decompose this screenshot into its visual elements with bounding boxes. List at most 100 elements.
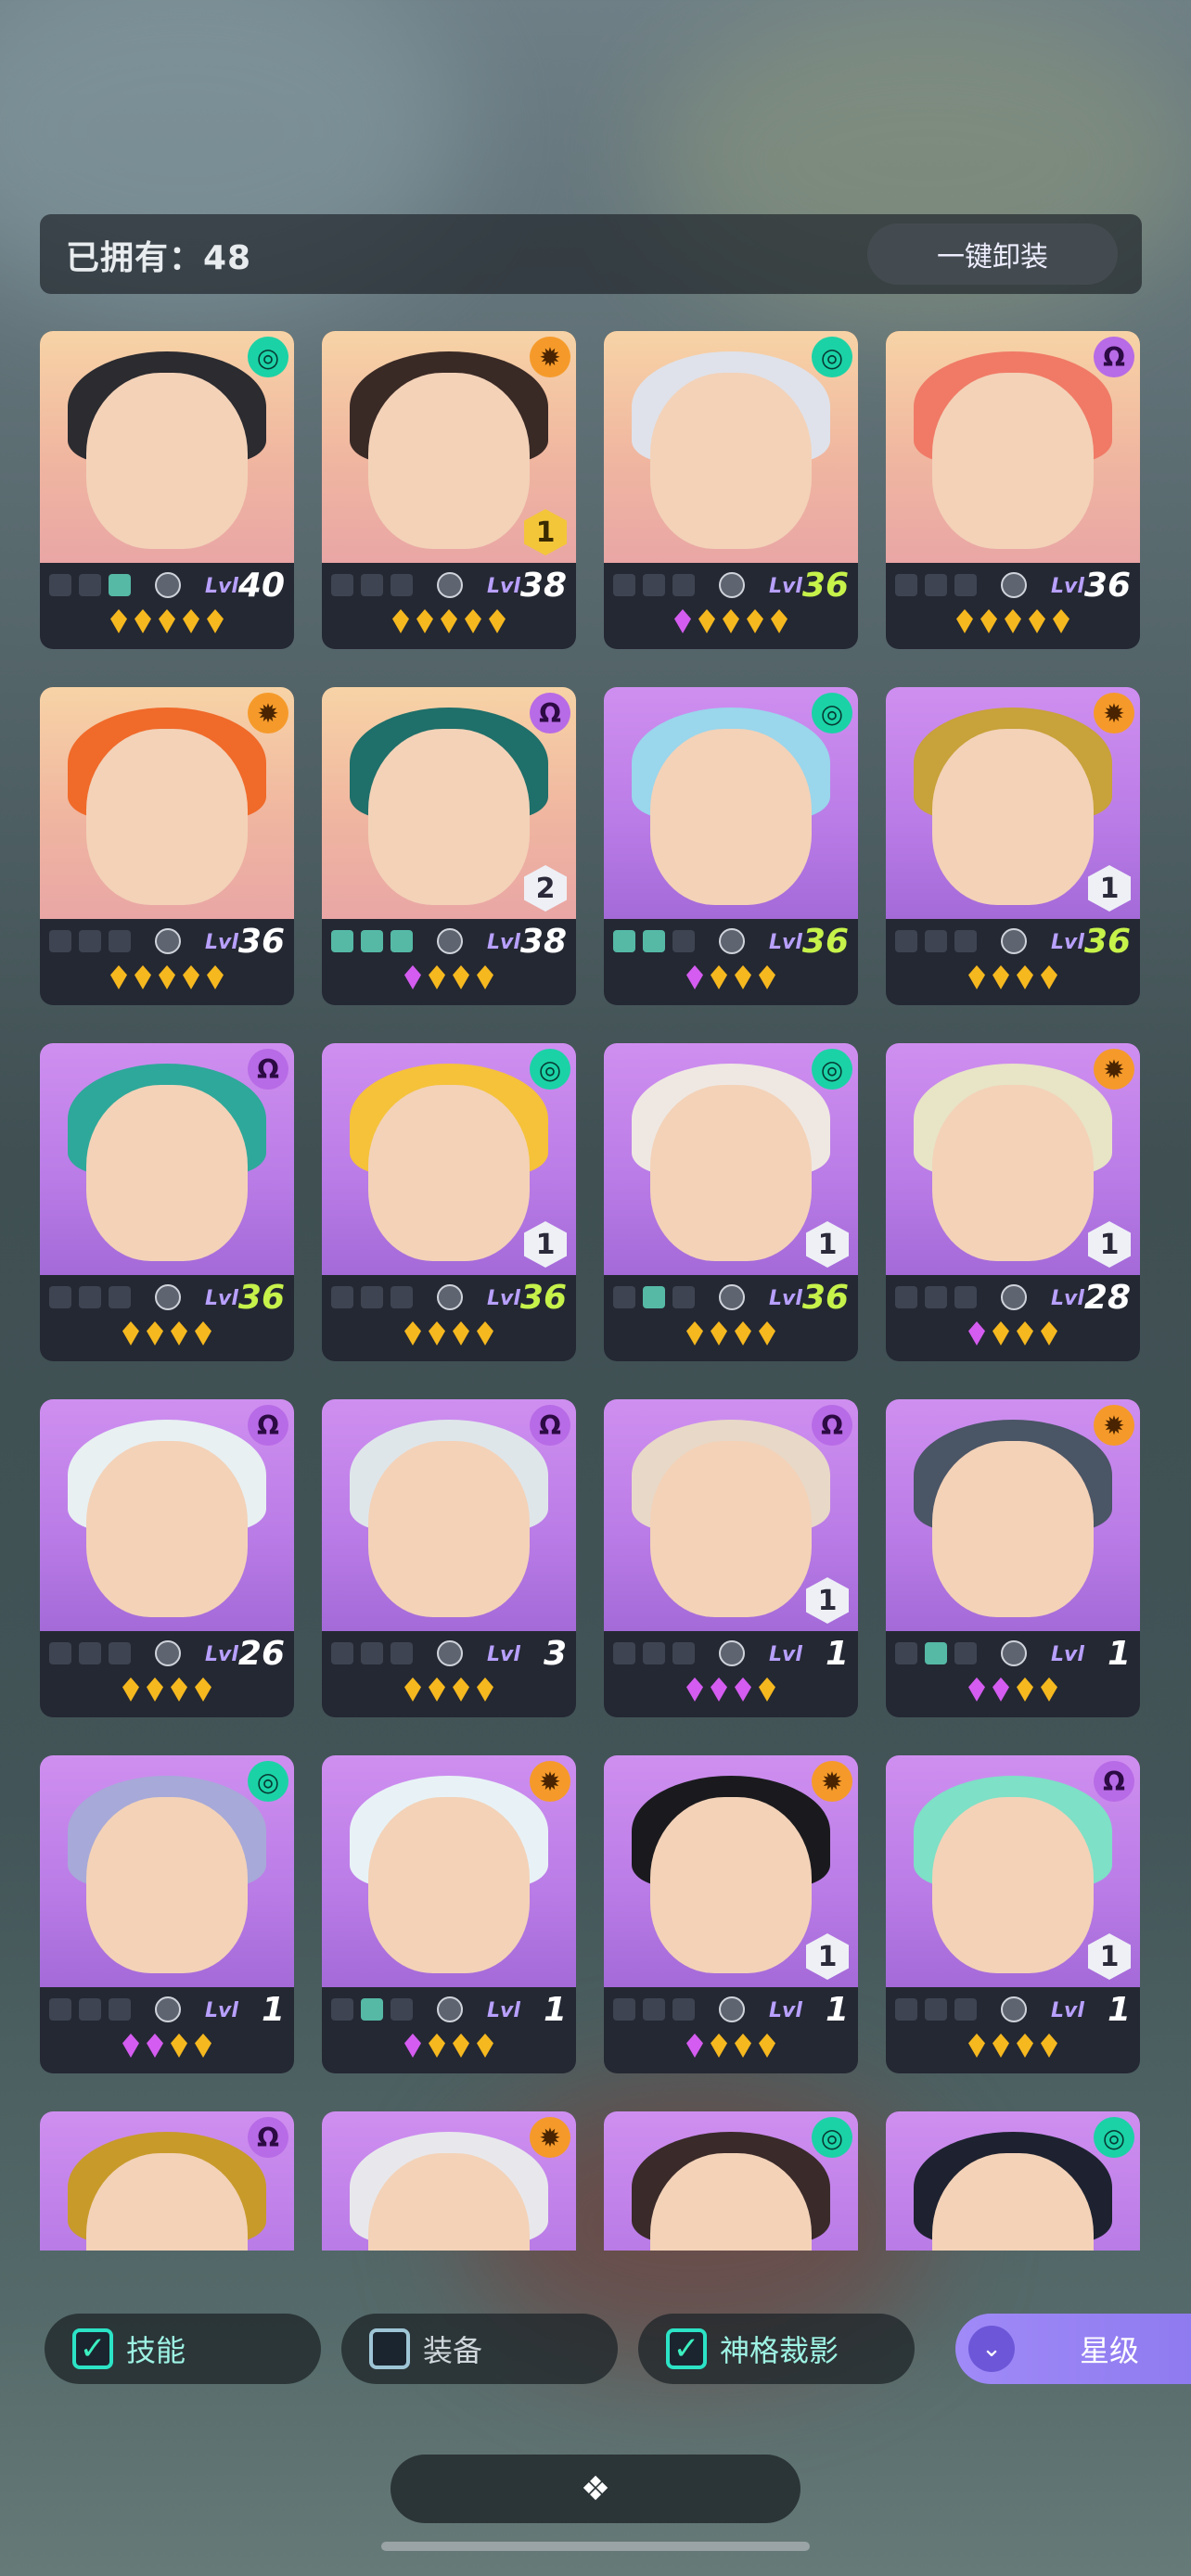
filter-shadow[interactable]: ✓ 神格裁影 bbox=[638, 2314, 915, 2384]
hero-card[interactable]: ✹ Lvl 1 bbox=[886, 1399, 1140, 1717]
hero-card[interactable]: ◎ Lvl 1 bbox=[40, 1755, 294, 2073]
hero-face bbox=[650, 729, 812, 905]
skill-slot bbox=[925, 1642, 947, 1664]
hero-info-row: Lvl 3 bbox=[322, 1631, 576, 1674]
skill-slot bbox=[895, 930, 917, 952]
hero-info-row: Lvl 1 bbox=[322, 1987, 576, 2030]
hero-card[interactable]: ✹ 1 Lvl 36 bbox=[886, 687, 1140, 1005]
gold-gem-icon bbox=[416, 609, 433, 633]
star-gems bbox=[886, 965, 1140, 997]
orange-faction-icon: ✹ bbox=[530, 1761, 570, 1802]
hero-card[interactable]: ✹ Lvl 36 bbox=[40, 687, 294, 1005]
hero-card[interactable]: ◎ Lvl 36 bbox=[604, 331, 858, 649]
hero-card[interactable]: Ω Lvl 26 bbox=[40, 1399, 294, 1717]
hero-card[interactable]: Ω Lvl 36 bbox=[40, 1043, 294, 1361]
purple-gem-icon bbox=[968, 1321, 985, 1345]
skill-slot bbox=[613, 1998, 635, 2021]
gold-gem-icon bbox=[134, 965, 151, 989]
equipment-checkbox[interactable] bbox=[369, 2328, 410, 2369]
skill-slot bbox=[79, 1998, 101, 2021]
hero-card[interactable]: Ω 1 Lvl 1 bbox=[886, 1755, 1140, 2073]
gold-gem-icon bbox=[1053, 609, 1069, 633]
skill-slot bbox=[331, 1286, 353, 1308]
hero-card[interactable]: Ω bbox=[40, 2111, 294, 2251]
hero-card[interactable]: Ω 2 Lvl 38 bbox=[322, 687, 576, 1005]
skill-slot bbox=[79, 1642, 101, 1664]
gold-gem-icon bbox=[759, 1677, 775, 1702]
teal-faction-icon: ◎ bbox=[812, 1049, 852, 1090]
filter-equipment[interactable]: 装备 bbox=[341, 2314, 618, 2384]
gold-gem-icon bbox=[477, 1321, 493, 1345]
filter-bar: ✓ 技能 装备 ✓ 神格裁影 ⌄ 星级 bbox=[0, 2314, 1191, 2391]
skill-slot bbox=[672, 1642, 695, 1664]
gold-gem-icon bbox=[392, 609, 409, 633]
progress-pie-icon bbox=[719, 1284, 745, 1310]
gold-gem-icon bbox=[1017, 1677, 1033, 1702]
gold-gem-icon bbox=[453, 1677, 469, 1702]
orange-faction-icon: ✹ bbox=[1094, 693, 1134, 733]
orange-faction-icon: ✹ bbox=[1094, 1405, 1134, 1446]
sort-star-button[interactable]: ⌄ 星级 bbox=[955, 2314, 1191, 2384]
hero-card[interactable]: ✹ 1 Lvl 38 bbox=[322, 331, 576, 649]
skill-slot bbox=[49, 1998, 71, 2021]
skill-slot bbox=[925, 930, 947, 952]
progress-pie-icon bbox=[1001, 572, 1027, 598]
star-gems bbox=[40, 2034, 294, 2065]
skill-slot bbox=[925, 574, 947, 596]
hero-face bbox=[368, 373, 530, 549]
gold-gem-icon bbox=[759, 2034, 775, 2058]
hero-face bbox=[932, 729, 1094, 905]
skill-slot bbox=[925, 1286, 947, 1308]
hero-grid[interactable]: ◎ Lvl 40 ✹ 1 Lvl 38 ◎ Lvl 36 Ω Lvl 36 ✹ Lvl 36 Ω 2 Lvl 38 ◎ L… bbox=[40, 331, 1142, 2251]
hero-face bbox=[86, 373, 248, 549]
hero-card[interactable]: Ω Lvl 3 bbox=[322, 1399, 576, 1717]
hero-card[interactable]: Ω 1 Lvl 1 bbox=[604, 1399, 858, 1717]
hero-card[interactable]: ✹ bbox=[322, 2111, 576, 2251]
skill-slot bbox=[954, 574, 977, 596]
star-gems bbox=[604, 1677, 858, 1709]
gold-gem-icon bbox=[759, 965, 775, 989]
hero-card[interactable]: ◎ 1 Lvl 36 bbox=[322, 1043, 576, 1361]
gold-gem-icon bbox=[698, 609, 715, 633]
gold-gem-icon bbox=[429, 1321, 445, 1345]
skill-slot bbox=[954, 1998, 977, 2021]
star-gems bbox=[40, 1321, 294, 1353]
unequip-all-button[interactable]: 一键卸装 bbox=[867, 223, 1118, 285]
gold-gem-icon bbox=[122, 1677, 139, 1702]
progress-pie-icon bbox=[437, 1284, 463, 1310]
shadow-checkbox[interactable]: ✓ bbox=[666, 2328, 707, 2369]
hero-card[interactable]: ◎ bbox=[604, 2111, 858, 2251]
skill-slot bbox=[391, 930, 413, 952]
gold-gem-icon bbox=[207, 965, 224, 989]
gold-gem-icon bbox=[1017, 2034, 1033, 2058]
hero-card[interactable]: ◎ Lvl 36 bbox=[604, 687, 858, 1005]
gold-gem-icon bbox=[1005, 609, 1021, 633]
hero-card[interactable]: ◎ 1 Lvl 36 bbox=[604, 1043, 858, 1361]
skill-slot bbox=[331, 1998, 353, 2021]
level-value: 1 bbox=[825, 1635, 849, 1673]
progress-pie-icon bbox=[437, 928, 463, 954]
purple-gem-icon bbox=[968, 1677, 985, 1702]
progress-pie-icon bbox=[155, 1996, 181, 2022]
skill-slot bbox=[331, 1642, 353, 1664]
hero-card[interactable]: ✹ 1 Lvl 1 bbox=[604, 1755, 858, 2073]
hero-face bbox=[368, 1085, 530, 1261]
hero-card[interactable]: ◎ Lvl 40 bbox=[40, 331, 294, 649]
level-label: Lvl bbox=[769, 575, 802, 598]
skill-slot bbox=[79, 574, 101, 596]
purple-gem-icon bbox=[147, 2034, 163, 2058]
gold-gem-icon bbox=[1041, 965, 1057, 989]
filter-skill[interactable]: ✓ 技能 bbox=[45, 2314, 321, 2384]
skill-slot bbox=[925, 1998, 947, 2021]
hero-card[interactable]: ✹ Lvl 1 bbox=[322, 1755, 576, 2073]
collapse-button[interactable]: ❖ bbox=[391, 2455, 800, 2523]
hero-card[interactable]: Ω Lvl 36 bbox=[886, 331, 1140, 649]
hero-card[interactable]: ◎ bbox=[886, 2111, 1140, 2251]
gold-gem-icon bbox=[171, 1321, 187, 1345]
skill-checkbox[interactable]: ✓ bbox=[72, 2328, 113, 2369]
gold-gem-icon bbox=[183, 609, 199, 633]
hero-info-row: Lvl 1 bbox=[604, 1987, 858, 2030]
level-value: 36 bbox=[519, 1279, 567, 1317]
hero-card[interactable]: ✹ 1 Lvl 28 bbox=[886, 1043, 1140, 1361]
skill-slot bbox=[895, 1286, 917, 1308]
